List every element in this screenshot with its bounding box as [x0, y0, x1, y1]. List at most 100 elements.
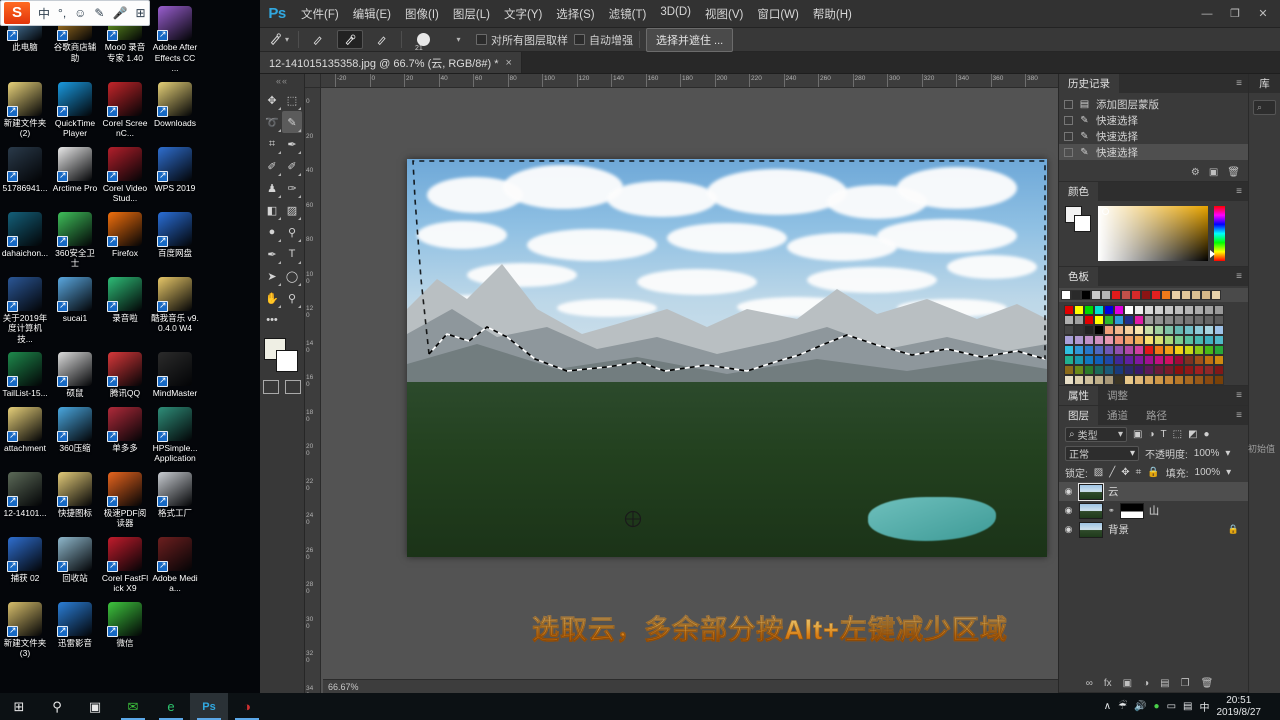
menu-5[interactable]: 选择(S)	[549, 2, 601, 26]
menu-4[interactable]: 文字(Y)	[497, 2, 549, 26]
background-color-swatch[interactable]	[1074, 215, 1091, 232]
foreground-background-color[interactable]	[262, 338, 302, 374]
zoom-level[interactable]: 66.67%	[328, 682, 359, 692]
swatch[interactable]	[1194, 325, 1204, 335]
create-document-from-state-icon[interactable]: ⚙	[1191, 167, 1200, 178]
chevron-down-icon[interactable]: ▾	[1226, 467, 1231, 478]
ime-punctuation-icon[interactable]: °,	[58, 6, 66, 20]
swatch[interactable]	[1064, 375, 1074, 385]
task-view-button[interactable]: ▣	[76, 693, 114, 720]
swatch[interactable]	[1174, 365, 1184, 375]
swatch[interactable]	[1181, 290, 1191, 300]
filter-shape-layers-icon[interactable]: ⬚	[1173, 429, 1182, 440]
quick-mask-mode-icon[interactable]	[263, 380, 279, 394]
swatch[interactable]	[1174, 375, 1184, 385]
swatch[interactable]	[1154, 325, 1164, 335]
desktop-icon[interactable]: Downloads	[150, 80, 200, 139]
desktop-icon[interactable]: TailList-15...	[0, 350, 50, 399]
layer-name[interactable]: 背景	[1108, 522, 1129, 537]
desktop-icon[interactable]: 快捷图标	[50, 470, 100, 529]
dodge-tool-icon[interactable]: ⚲	[282, 221, 302, 243]
tab-history[interactable]: 历史记录	[1059, 74, 1119, 93]
swatch[interactable]	[1154, 355, 1164, 365]
pen-tool-icon[interactable]: ✒	[262, 243, 282, 265]
battery-icon[interactable]: ▭	[1167, 701, 1176, 712]
tray-chevron-icon[interactable]: ∧	[1104, 701, 1111, 712]
swatch[interactable]	[1144, 345, 1154, 355]
swatch[interactable]	[1094, 365, 1104, 375]
desktop-icon[interactable]: HPSimple... Application	[150, 405, 200, 464]
filter-adjustment-layers-icon[interactable]: ◑	[1148, 429, 1154, 440]
swatch[interactable]	[1064, 315, 1074, 325]
edit-toolbar-button-icon[interactable]: •••	[262, 309, 282, 331]
chevron-down-icon[interactable]: ▾	[1118, 429, 1123, 440]
desktop-icon[interactable]: 录音啦	[100, 275, 150, 345]
layer-row[interactable]: ◉ 云	[1059, 482, 1248, 501]
crop-tool-icon[interactable]: ⌗	[262, 133, 282, 155]
tab-layers[interactable]: 图层	[1059, 406, 1098, 425]
swatches-grid[interactable]	[1059, 288, 1248, 385]
desktop-icon[interactable]: Corel VideoStud...	[100, 145, 150, 204]
swatch[interactable]	[1084, 325, 1094, 335]
select-and-mask-button[interactable]: 选择并遮住 ...	[646, 27, 734, 52]
lock-position-icon[interactable]: ✥	[1121, 467, 1129, 478]
swatch[interactable]	[1194, 335, 1204, 345]
panel-menu-icon[interactable]: ≡	[1230, 386, 1248, 405]
swatch[interactable]	[1124, 305, 1134, 315]
swatch[interactable]	[1134, 375, 1144, 385]
new-adjustment-layer-icon[interactable]: ◑	[1143, 678, 1149, 689]
checkbox-box[interactable]	[574, 34, 585, 45]
layer-row[interactable]: ◉ ⚭ 山	[1059, 501, 1248, 520]
menu-0[interactable]: 文件(F)	[294, 2, 346, 26]
ime-emoji-icon[interactable]: ☺	[74, 6, 86, 20]
clone-stamp-tool-icon[interactable]: ♟	[262, 177, 282, 199]
swatch[interactable]	[1144, 315, 1154, 325]
swatch[interactable]	[1184, 305, 1194, 315]
swatch[interactable]	[1171, 290, 1181, 300]
horizontal-type-tool-icon[interactable]: T	[282, 243, 302, 265]
layer-style-icon[interactable]: fx	[1104, 678, 1112, 689]
swatch[interactable]	[1124, 335, 1134, 345]
search-button[interactable]: ⚲	[38, 693, 76, 720]
taskbar[interactable]: ⊞ ⚲ ▣ ✉ e Ps ◑ ∧ ☔ 🔊 ● ▭ ▤ 中 20:51 2019/8/27	[0, 693, 1280, 720]
background-color-swatch[interactable]	[276, 350, 298, 372]
history-brush-tool-icon[interactable]: ✑	[282, 177, 302, 199]
swatch[interactable]	[1064, 355, 1074, 365]
desktop-icon[interactable]: Adobe After Effects CC ...	[150, 4, 200, 74]
swatch[interactable]	[1074, 345, 1084, 355]
swatch[interactable]	[1114, 335, 1124, 345]
layer-thumbnail[interactable]	[1079, 521, 1103, 538]
swatch[interactable]	[1154, 315, 1164, 325]
close-button[interactable]: ✕	[1250, 5, 1276, 23]
swatch[interactable]	[1104, 335, 1114, 345]
desktop-icon[interactable]: Adobe Media...	[150, 535, 200, 594]
toolbox-collapse-handle[interactable]: ««	[260, 76, 304, 87]
swatch[interactable]	[1214, 305, 1224, 315]
desktop-icon[interactable]: 捕获 02	[0, 535, 50, 594]
ime-language-toggle[interactable]: 中	[38, 5, 50, 22]
swatch[interactable]	[1154, 305, 1164, 315]
layer-thumbnail[interactable]	[1079, 502, 1103, 519]
swatch[interactable]	[1204, 335, 1214, 345]
swatch[interactable]	[1104, 315, 1114, 325]
filter-pixel-layers-icon[interactable]: ▣	[1133, 429, 1142, 440]
swatch[interactable]	[1164, 365, 1174, 375]
layer-visibility-eye-icon[interactable]: ◉	[1063, 524, 1074, 535]
desktop-icon[interactable]: Arctime Pro	[50, 145, 100, 204]
swatch[interactable]	[1214, 325, 1224, 335]
swatch[interactable]	[1194, 365, 1204, 375]
wechat-taskbar-button[interactable]: ✉	[114, 693, 152, 720]
swatch[interactable]	[1144, 305, 1154, 315]
swatch[interactable]	[1084, 355, 1094, 365]
mask-link-icon[interactable]: ⚭	[1108, 506, 1115, 515]
spot-healing-brush-tool-icon[interactable]: ✐	[262, 155, 282, 177]
swatch[interactable]	[1204, 325, 1214, 335]
history-snapshot-box[interactable]	[1064, 115, 1073, 125]
close-icon[interactable]: ×	[505, 57, 511, 69]
swatch[interactable]	[1214, 345, 1224, 355]
desktop-icon[interactable]: 360安全卫士	[50, 210, 100, 269]
swatch[interactable]	[1204, 315, 1214, 325]
swatch[interactable]	[1094, 315, 1104, 325]
swatch[interactable]	[1114, 305, 1124, 315]
desktop-icon[interactable]: 12-14101...	[0, 470, 50, 529]
